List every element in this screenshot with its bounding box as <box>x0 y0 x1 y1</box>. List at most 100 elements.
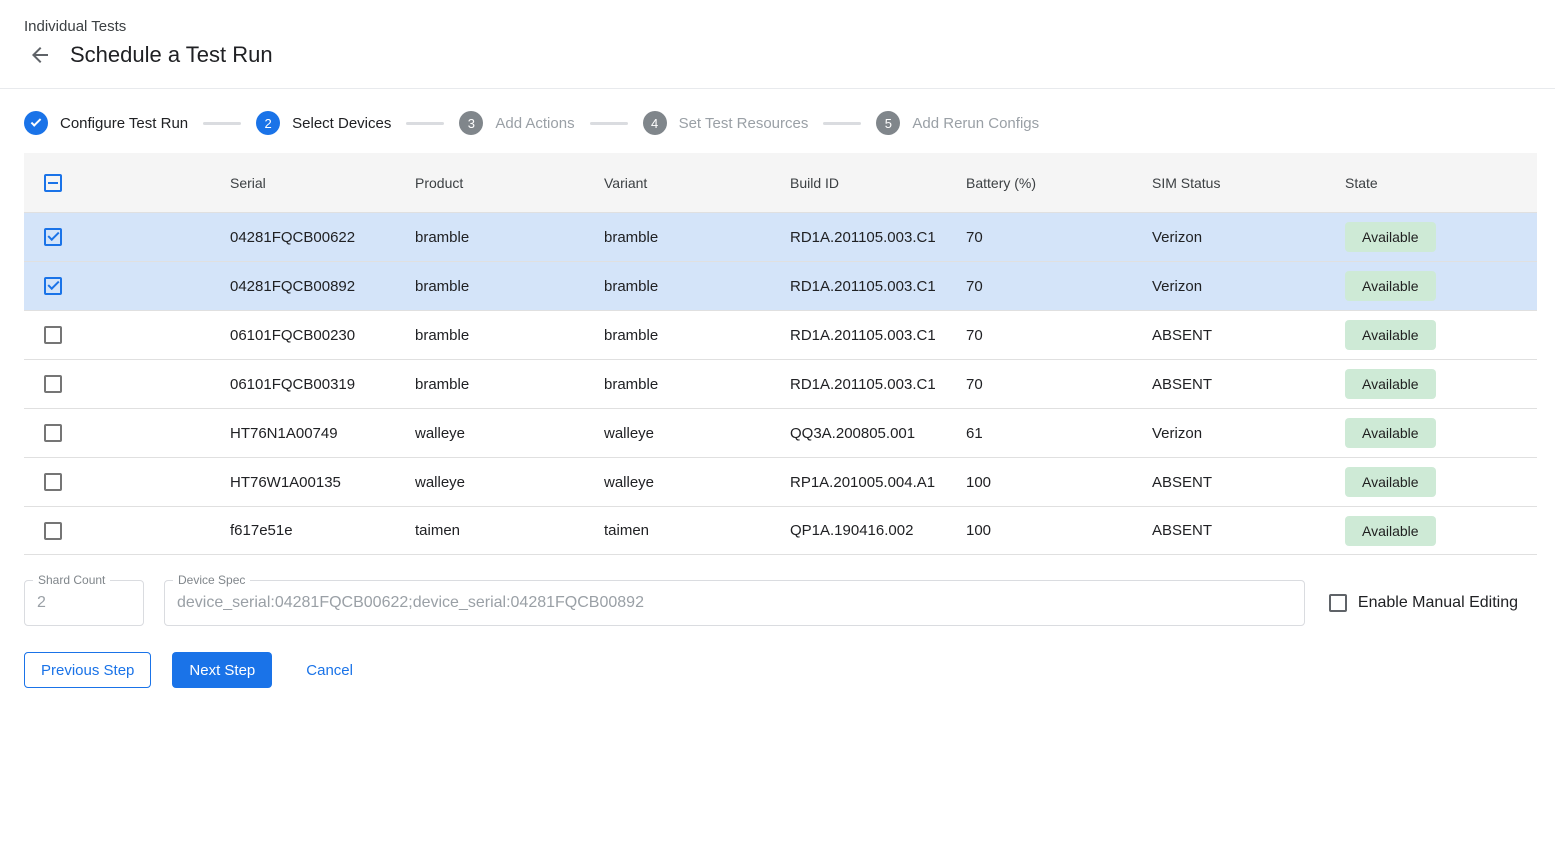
column-header-serial: Serial <box>206 175 391 191</box>
step-circle-1 <box>24 111 48 135</box>
cell-sim-status: Verizon <box>1128 229 1321 246</box>
action-buttons: Previous Step Next Step Cancel <box>24 652 1531 688</box>
previous-step-button[interactable]: Previous Step <box>24 652 151 688</box>
cell-product: bramble <box>391 376 580 393</box>
device-spec-field[interactable]: Device Spec device_serial:04281FQCB00622… <box>164 580 1305 626</box>
cell-serial: 06101FQCB00230 <box>206 327 391 344</box>
state-badge: Available <box>1345 467 1436 497</box>
state-badge: Available <box>1345 369 1436 399</box>
cell-serial: 06101FQCB00319 <box>206 376 391 393</box>
state-badge: Available <box>1345 320 1436 350</box>
step-label: Configure Test Run <box>60 115 188 132</box>
step-circle-4: 4 <box>643 111 667 135</box>
cell-serial: HT76W1A00135 <box>206 474 391 491</box>
step-circle-2: 2 <box>256 111 280 135</box>
cell-battery: 70 <box>942 376 1128 393</box>
table-row[interactable]: 04281FQCB00622 bramble bramble RD1A.2011… <box>24 212 1537 261</box>
cell-variant: walleye <box>580 425 766 442</box>
column-header-battery: Battery (%) <box>942 175 1128 191</box>
enable-manual-editing-toggle[interactable]: Enable Manual Editing <box>1329 594 1518 612</box>
cell-sim-status: ABSENT <box>1128 474 1321 491</box>
cancel-button[interactable]: Cancel <box>292 652 367 688</box>
table-row[interactable]: 06101FQCB00230 bramble bramble RD1A.2011… <box>24 310 1537 359</box>
cell-battery: 61 <box>942 425 1128 442</box>
title-row: Schedule a Test Run <box>24 42 1531 68</box>
column-header-build-id: Build ID <box>766 175 942 191</box>
row-checkbox[interactable] <box>44 424 62 442</box>
table-row[interactable]: 04281FQCB00892 bramble bramble RD1A.2011… <box>24 261 1537 310</box>
row-checkbox[interactable] <box>44 326 62 344</box>
step-circle-5: 5 <box>876 111 900 135</box>
back-button[interactable] <box>28 43 52 67</box>
page-header: Individual Tests Schedule a Test Run <box>0 0 1555 89</box>
cell-product: walleye <box>391 425 580 442</box>
cell-battery: 100 <box>942 522 1128 539</box>
page-title: Schedule a Test Run <box>70 42 273 68</box>
row-checkbox[interactable] <box>44 522 62 540</box>
cell-variant: walleye <box>580 474 766 491</box>
step-connector <box>590 122 628 125</box>
stepper-step-select-devices[interactable]: 2 Select Devices <box>256 111 391 135</box>
row-checkbox[interactable] <box>44 375 62 393</box>
stepper-step-configure-test-run[interactable]: Configure Test Run <box>24 111 188 135</box>
cell-variant: bramble <box>580 278 766 295</box>
cell-serial: 04281FQCB00622 <box>206 229 391 246</box>
column-header-state: State <box>1321 175 1537 191</box>
column-header-sim-status: SIM Status <box>1128 175 1321 191</box>
cell-variant: bramble <box>580 327 766 344</box>
cell-build-id: RD1A.201105.003.C1 <box>766 327 942 344</box>
table-row[interactable]: f617e51e taimen taimen QP1A.190416.002 1… <box>24 506 1537 555</box>
form-fields-row: Shard Count 2 Device Spec device_serial:… <box>24 580 1518 626</box>
breadcrumb: Individual Tests <box>24 18 1531 35</box>
stepper: Configure Test Run 2 Select Devices 3 Ad… <box>0 89 1555 135</box>
shard-count-value: 2 <box>37 594 46 612</box>
row-checkbox[interactable] <box>44 277 62 295</box>
device-spec-value: device_serial:04281FQCB00622;device_seri… <box>177 594 644 612</box>
state-badge: Available <box>1345 418 1436 448</box>
step-label: Select Devices <box>292 115 391 132</box>
step-label: Add Actions <box>495 115 574 132</box>
row-checkbox[interactable] <box>44 228 62 246</box>
cell-battery: 100 <box>942 474 1128 491</box>
table-header-row: Serial Product Variant Build ID Battery … <box>24 153 1537 212</box>
cell-serial: 04281FQCB00892 <box>206 278 391 295</box>
shard-count-field[interactable]: Shard Count 2 <box>24 580 144 626</box>
cell-battery: 70 <box>942 229 1128 246</box>
cell-build-id: RD1A.201105.003.C1 <box>766 278 942 295</box>
state-badge: Available <box>1345 222 1436 252</box>
state-badge: Available <box>1345 271 1436 301</box>
stepper-step-set-test-resources[interactable]: 4 Set Test Resources <box>643 111 809 135</box>
enable-manual-editing-label: Enable Manual Editing <box>1358 594 1518 612</box>
column-header-product: Product <box>391 175 580 191</box>
state-badge: Available <box>1345 516 1436 546</box>
cell-product: bramble <box>391 327 580 344</box>
cell-variant: taimen <box>580 522 766 539</box>
step-connector <box>406 122 444 125</box>
cell-sim-status: Verizon <box>1128 425 1321 442</box>
table-row[interactable]: HT76W1A00135 walleye walleye RP1A.201005… <box>24 457 1537 506</box>
next-step-button[interactable]: Next Step <box>172 652 272 688</box>
cell-product: bramble <box>391 278 580 295</box>
cell-sim-status: ABSENT <box>1128 522 1321 539</box>
cell-product: walleye <box>391 474 580 491</box>
step-connector <box>823 122 861 125</box>
cell-serial: f617e51e <box>206 522 391 539</box>
table-row[interactable]: 06101FQCB00319 bramble bramble RD1A.2011… <box>24 359 1537 408</box>
select-all-checkbox[interactable] <box>44 174 62 192</box>
stepper-step-add-actions[interactable]: 3 Add Actions <box>459 111 574 135</box>
cell-sim-status: ABSENT <box>1128 376 1321 393</box>
device-spec-label: Device Spec <box>173 573 250 587</box>
device-table: Serial Product Variant Build ID Battery … <box>24 153 1537 555</box>
check-icon <box>31 116 42 127</box>
cell-sim-status: Verizon <box>1128 278 1321 295</box>
cell-product: taimen <box>391 522 580 539</box>
step-connector <box>203 122 241 125</box>
table-row[interactable]: HT76N1A00749 walleye walleye QQ3A.200805… <box>24 408 1537 457</box>
cell-variant: bramble <box>580 229 766 246</box>
stepper-step-add-rerun-configs[interactable]: 5 Add Rerun Configs <box>876 111 1039 135</box>
step-label: Set Test Resources <box>679 115 809 132</box>
row-checkbox[interactable] <box>44 473 62 491</box>
enable-manual-editing-checkbox[interactable] <box>1329 594 1347 612</box>
cell-build-id: RD1A.201105.003.C1 <box>766 376 942 393</box>
cell-build-id: RP1A.201005.004.A1 <box>766 474 942 491</box>
